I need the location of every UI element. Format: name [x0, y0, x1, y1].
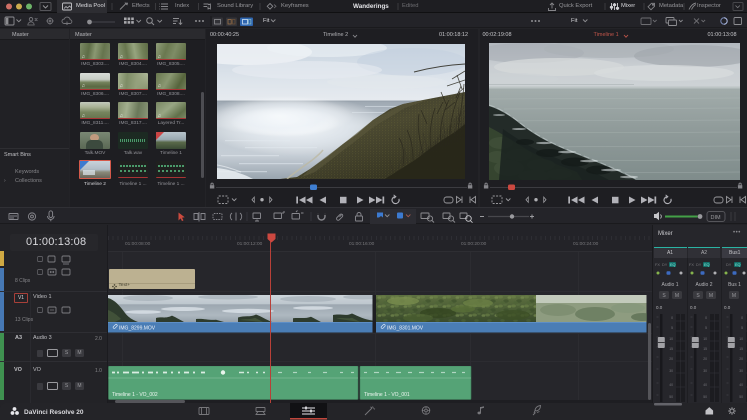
- svg-text:30: 30: [669, 369, 673, 373]
- svg-text:DaVinci Resolve 20: DaVinci Resolve 20: [24, 409, 84, 416]
- svg-text:DY: DY: [662, 263, 668, 267]
- svg-text:0.0: 0.0: [690, 305, 697, 310]
- svg-text:EQ: EQ: [670, 263, 676, 267]
- svg-text:0: 0: [671, 316, 673, 320]
- svg-text:EQ: EQ: [704, 263, 710, 267]
- svg-text:M: M: [675, 293, 679, 299]
- svg-text:Audio 2: Audio 2: [696, 282, 713, 288]
- svg-text:20: 20: [669, 357, 673, 361]
- svg-text:Timeline 1 - VO_002: Timeline 1 - VO_002: [112, 392, 158, 398]
- svg-text:Timeline 1 - VO_001: Timeline 1 - VO_001: [364, 392, 410, 398]
- svg-text:50: 50: [669, 395, 673, 399]
- svg-text:40: 40: [669, 383, 673, 387]
- svg-text:0.0: 0.0: [724, 305, 731, 310]
- svg-text:FX: FX: [689, 263, 694, 267]
- svg-text:Bus 1: Bus 1: [728, 282, 741, 288]
- svg-text:EQ: EQ: [735, 263, 741, 267]
- svg-text:IMG_8301.MOV: IMG_8301.MOV: [387, 326, 424, 332]
- svg-text:DY: DY: [726, 263, 732, 267]
- svg-text:DIM: DIM: [711, 215, 722, 221]
- svg-text:Audio 1: Audio 1: [662, 282, 679, 288]
- svg-text:M: M: [732, 293, 736, 299]
- svg-text:10: 10: [669, 337, 673, 341]
- svg-text:DY: DY: [696, 263, 702, 267]
- svg-text:FX: FX: [655, 263, 660, 267]
- svg-text:IMG_8299.MOV: IMG_8299.MOV: [119, 326, 156, 332]
- svg-text:5: 5: [671, 326, 673, 330]
- svg-text:0.0: 0.0: [656, 305, 663, 310]
- svg-text:15: 15: [669, 347, 673, 351]
- svg-text:M: M: [709, 293, 713, 299]
